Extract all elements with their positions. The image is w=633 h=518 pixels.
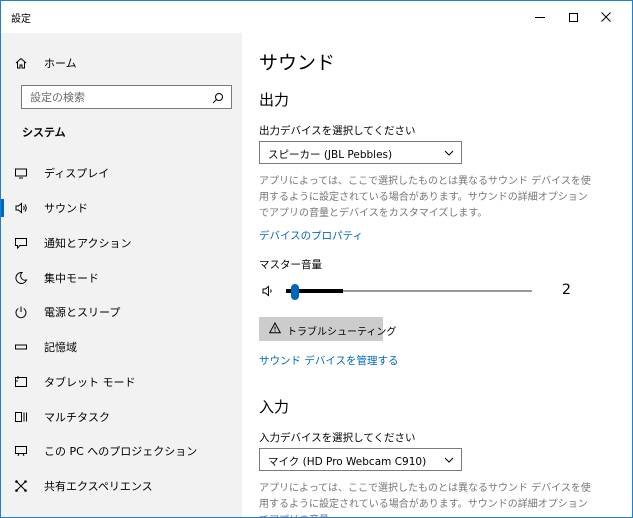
troubleshoot-button[interactable]: トラブルシューティング [259, 317, 396, 341]
input-device-value: マイク (HD Pro Webcam C910) [268, 456, 427, 468]
warning-icon [269, 322, 281, 334]
minimize-icon [535, 16, 545, 18]
sidebar: ホーム システム ディスプレイ サウンド 通 [1, 33, 242, 517]
settings-window: 設定 ホーム システム [0, 0, 633, 518]
master-volume-label: マスター音量 [259, 259, 322, 271]
power-icon [14, 305, 28, 319]
output-device-value: スピーカー (JBL Pebbles) [268, 149, 393, 161]
volume-icon[interactable] [261, 284, 275, 298]
sidebar-item-label: 電源とスリープ [44, 306, 121, 319]
sidebar-item-label: サウンド [44, 202, 88, 215]
storage-icon [14, 340, 28, 354]
home-icon [14, 56, 28, 70]
sidebar-item-focus[interactable]: 集中モード [1, 261, 242, 295]
sidebar-item-notifications[interactable]: 通知とアクション [1, 226, 242, 260]
output-device-label: 出力デバイスを選択してください [259, 125, 416, 137]
sidebar-item-tablet[interactable]: タブレット モード [1, 365, 242, 399]
maximize-icon [568, 12, 578, 22]
sidebar-item-label: 記憶域 [44, 341, 77, 354]
sidebar-item-display[interactable]: ディスプレイ [1, 156, 242, 190]
moon-icon [14, 271, 28, 285]
sidebar-item-label: タブレット モード [44, 376, 136, 389]
sidebar-item-label: ホーム [44, 57, 77, 70]
multitask-icon [14, 410, 28, 424]
title-bar: 設定 [1, 1, 632, 33]
output-device-dropdown[interactable]: スピーカー (JBL Pebbles) [259, 141, 462, 164]
notification-icon [14, 236, 28, 250]
sidebar-item-shared-experiences[interactable]: 共有エクスペリエンス [1, 469, 242, 503]
sidebar-item-label: ディスプレイ [44, 167, 110, 180]
output-heading: 出力 [259, 91, 290, 109]
master-volume-slider[interactable] [286, 284, 532, 300]
search-icon[interactable] [211, 90, 225, 104]
tablet-icon [14, 375, 28, 389]
master-volume-row: 2 [259, 281, 589, 301]
window-title: 設定 [11, 14, 31, 25]
projection-icon [14, 444, 28, 458]
sidebar-item-label: 集中モード [44, 272, 99, 285]
sidebar-item-label: 共有エクスペリエンス [44, 480, 153, 493]
manage-sound-devices-link[interactable]: サウンド デバイスを管理する [259, 353, 399, 368]
search-input[interactable] [22, 86, 202, 109]
input-device-label: 入力デバイスを選択してください [259, 432, 416, 444]
chevron-down-icon [444, 150, 454, 156]
input-heading: 入力 [259, 398, 290, 416]
main-content: サウンド 出力 出力デバイスを選択してください スピーカー (JBL Pebbl… [242, 33, 632, 517]
input-description: アプリによっては、ここで選択したものとは異なるサウンド デバイスを使用するように… [259, 483, 591, 517]
display-icon [14, 166, 28, 180]
sidebar-item-sound[interactable]: サウンド [1, 191, 242, 225]
troubleshoot-label: トラブルシューティング [287, 327, 397, 338]
page-title: サウンド [259, 52, 336, 74]
sidebar-item-label: この PC へのプロジェクション [44, 445, 198, 458]
chevron-down-icon [444, 457, 454, 463]
minimize-button[interactable] [522, 1, 558, 33]
close-button[interactable] [588, 1, 624, 33]
volume-value: 2 [562, 282, 571, 298]
sidebar-item-label: 通知とアクション [44, 237, 132, 250]
input-device-dropdown[interactable]: マイク (HD Pro Webcam C910) [259, 448, 462, 471]
output-description: アプリによっては、ここで選択したものとは異なるサウンド デバイスを使用するように… [259, 176, 591, 219]
sidebar-item-multitasking[interactable]: マルチタスク [1, 400, 242, 434]
sidebar-item-projection[interactable]: この PC へのプロジェクション [1, 434, 242, 468]
sidebar-item-label: マルチタスク [44, 411, 110, 424]
selected-indicator [1, 199, 4, 217]
maximize-button[interactable] [555, 1, 591, 33]
device-properties-link[interactable]: デバイスのプロパティ [259, 228, 363, 243]
close-icon [601, 12, 611, 22]
slider-thumb[interactable] [291, 284, 299, 300]
sidebar-item-home[interactable]: ホーム [1, 46, 242, 80]
share-icon [14, 479, 28, 493]
sidebar-item-power[interactable]: 電源とスリープ [1, 295, 242, 329]
sidebar-section-heading: システム [22, 126, 66, 139]
speaker-icon [14, 201, 28, 215]
settings-search-box[interactable] [21, 85, 232, 109]
sidebar-item-storage[interactable]: 記憶域 [1, 330, 242, 364]
content-scrollbar[interactable] [626, 33, 632, 517]
